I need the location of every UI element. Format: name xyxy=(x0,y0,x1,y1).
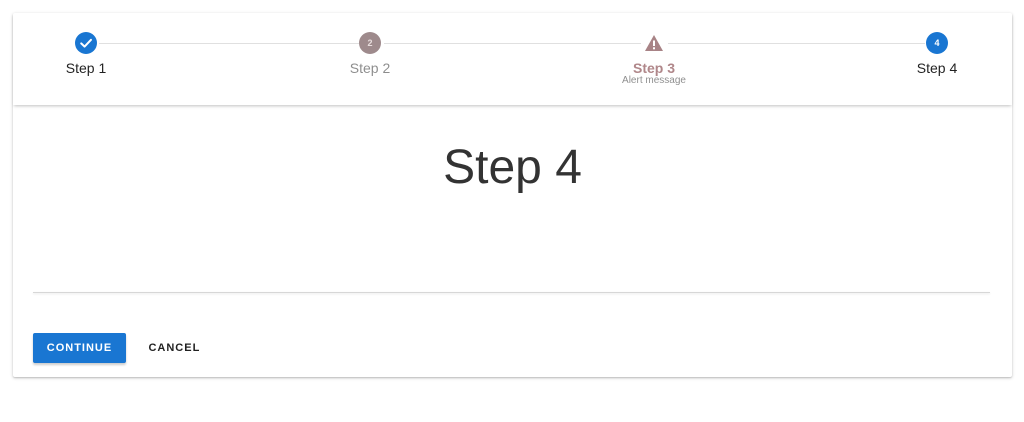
step-1[interactable]: Step 1 xyxy=(16,32,156,75)
step-3[interactable]: Step 3 Alert message xyxy=(584,32,724,86)
stepper-actions: CONTINUE CANCEL xyxy=(33,333,214,363)
step-label: Step 4 xyxy=(916,60,958,76)
step-label: Step 1 xyxy=(65,60,107,76)
step-number: 4 xyxy=(934,38,940,48)
cancel-button[interactable]: CANCEL xyxy=(134,333,214,363)
step-2[interactable]: 2 Step 2 xyxy=(300,32,440,75)
step-sublabel: Alert message xyxy=(622,75,686,86)
step-label: Step 3 xyxy=(632,60,675,76)
check-icon xyxy=(75,32,97,54)
warning-icon xyxy=(643,32,665,54)
step-content: Step 4 xyxy=(13,105,1012,295)
content-divider xyxy=(33,292,990,293)
content-title: Step 4 xyxy=(443,141,582,194)
step-number: 2 xyxy=(367,38,373,48)
step-number-icon: 4 xyxy=(926,32,948,54)
step-4[interactable]: 4 Step 4 xyxy=(867,32,1007,75)
continue-button[interactable]: CONTINUE xyxy=(33,333,126,363)
step-number-icon: 2 xyxy=(359,32,381,54)
stepper-card: Step 1 2 Step 2 Step 3 Alert message 4 S… xyxy=(13,13,1012,377)
step-label: Step 2 xyxy=(349,60,391,76)
stepper-header: Step 1 2 Step 2 Step 3 Alert message 4 S… xyxy=(13,13,1012,105)
